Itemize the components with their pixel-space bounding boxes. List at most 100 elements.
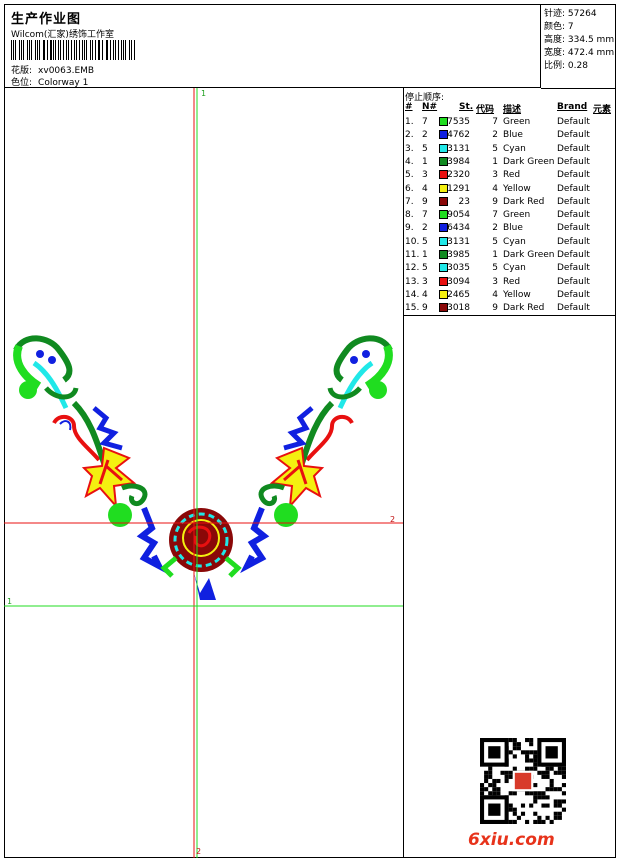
colorway-row: 色位: Colorway 1 bbox=[11, 75, 88, 88]
cell-code: 9 bbox=[492, 196, 498, 207]
table-row: 2. 2 4762 2 Blue Default bbox=[404, 129, 616, 142]
color-swatch bbox=[439, 156, 448, 166]
stat-scale: 比例: 0.28 bbox=[544, 61, 588, 71]
qr-code-image bbox=[480, 738, 566, 824]
cell-n: 1 bbox=[422, 250, 428, 260]
cell-n: 5 bbox=[422, 236, 428, 247]
design-left-arm bbox=[13, 335, 166, 574]
cell-desc: Blue bbox=[503, 223, 523, 234]
table-row: 4. 1 3984 1 Dark Green Default bbox=[404, 156, 616, 169]
color-swatch bbox=[439, 236, 448, 246]
table-row: 8. 7 9054 7 Green Default bbox=[404, 209, 616, 222]
embroidery-design-canvas: 1 2 1 2 bbox=[4, 88, 403, 858]
cell-desc: Green bbox=[503, 117, 531, 127]
color-swatch bbox=[439, 263, 448, 273]
cell-desc: Cyan bbox=[503, 263, 526, 274]
col-brand: Brand bbox=[557, 102, 588, 112]
table-row: 14. 4 2465 4 Yellow Default bbox=[404, 289, 616, 302]
cell-brand: Default bbox=[557, 183, 590, 194]
cell-n: 9 bbox=[422, 303, 428, 314]
cell-desc: Blue bbox=[503, 130, 523, 141]
company-name: Wilcom(汇家)绣饰工作室 bbox=[11, 30, 114, 40]
color-swatch bbox=[439, 143, 448, 153]
cell-code: 7 bbox=[492, 210, 498, 221]
table-row: 9. 2 6434 2 Blue Default bbox=[404, 222, 616, 235]
cell-brand: Default bbox=[557, 210, 590, 221]
cell-desc: Dark Red bbox=[503, 196, 545, 207]
cell-idx: 13. bbox=[405, 276, 420, 287]
cell-brand: Default bbox=[557, 289, 590, 300]
cell-code: 2 bbox=[492, 130, 498, 141]
table-row: 13. 3 3094 3 Red Default bbox=[404, 276, 616, 289]
cell-desc: Green bbox=[503, 210, 531, 221]
col-stitches: St. bbox=[459, 102, 474, 112]
guide-label-bottom: 2 bbox=[196, 847, 201, 856]
cell-n: 7 bbox=[422, 117, 428, 127]
cell-code: 5 bbox=[492, 263, 498, 274]
table-row: 15. 9 3018 9 Dark Red Default bbox=[404, 302, 616, 315]
cell-desc: Yellow bbox=[503, 289, 531, 300]
header-panel: 生产作业图 Wilcom(汇家)绣饰工作室 花版: xv0063.EMB 色位: C… bbox=[4, 4, 541, 88]
guide-label-top: 1 bbox=[201, 89, 206, 98]
cell-idx: 1. bbox=[405, 117, 414, 127]
cell-idx: 8. bbox=[405, 210, 414, 221]
colorway-value: Colorway 1 bbox=[38, 78, 89, 88]
table-header: # N# St. 代码 描述 Brand 元素 bbox=[404, 102, 616, 115]
cell-desc: Red bbox=[503, 276, 521, 287]
cell-idx: 3. bbox=[405, 143, 414, 154]
col-element: 元素 bbox=[593, 105, 612, 115]
cell-n: 2 bbox=[422, 130, 428, 141]
color-swatch bbox=[439, 196, 448, 206]
cell-code: 3 bbox=[492, 276, 498, 287]
color-swatch bbox=[439, 183, 448, 193]
cell-n: 7 bbox=[422, 210, 428, 221]
cell-code: 1 bbox=[492, 156, 498, 167]
cell-desc: Cyan bbox=[503, 143, 526, 154]
cell-desc: Cyan bbox=[503, 236, 526, 247]
cell-n: 9 bbox=[422, 196, 428, 207]
cell-idx: 9. bbox=[405, 223, 414, 234]
cell-brand: Default bbox=[557, 303, 590, 314]
color-swatch bbox=[439, 210, 448, 220]
cell-idx: 10. bbox=[405, 236, 420, 247]
cell-brand: Default bbox=[557, 130, 590, 141]
cell-idx: 5. bbox=[405, 170, 414, 181]
cell-n: 4 bbox=[422, 289, 428, 300]
cell-brand: Default bbox=[557, 263, 590, 274]
cell-n: 3 bbox=[422, 276, 428, 287]
col-desc: 描述 bbox=[503, 105, 522, 115]
cell-n: 5 bbox=[422, 263, 428, 274]
col-n: N# bbox=[422, 102, 438, 112]
cell-desc: Red bbox=[503, 170, 521, 181]
color-swatch bbox=[439, 130, 448, 140]
cell-brand: Default bbox=[557, 196, 590, 207]
design-center-rose bbox=[160, 508, 242, 600]
cell-desc: Dark Green bbox=[503, 250, 555, 260]
color-swatch bbox=[439, 170, 448, 180]
color-swatch bbox=[439, 289, 448, 299]
guide-label-right: 2 bbox=[390, 515, 395, 524]
col-index: # bbox=[405, 102, 413, 112]
cell-brand: Default bbox=[557, 170, 590, 181]
cell-brand: Default bbox=[557, 117, 590, 127]
cell-n: 3 bbox=[422, 170, 428, 181]
cell-n: 5 bbox=[422, 143, 428, 154]
cell-code: 5 bbox=[492, 236, 498, 247]
cell-code: 4 bbox=[492, 289, 498, 300]
cell-brand: Default bbox=[557, 156, 590, 167]
stats-panel: 针迹: 57264 颜色: 7 高度: 334.5 mm 宽度: 472.4 m… bbox=[541, 4, 616, 89]
cell-desc: Dark Green bbox=[503, 156, 555, 167]
color-swatch bbox=[439, 117, 448, 126]
stat-width: 宽度: 472.4 mm bbox=[544, 48, 615, 58]
cell-code: 9 bbox=[492, 303, 498, 314]
cell-idx: 4. bbox=[405, 156, 414, 167]
cell-brand: Default bbox=[557, 143, 590, 154]
guide-label-left: 1 bbox=[7, 597, 12, 606]
table-row: 7. 9 23 9 Dark Red Default bbox=[404, 196, 616, 209]
cell-code: 2 bbox=[492, 223, 498, 234]
cell-idx: 6. bbox=[405, 183, 414, 194]
color-swatch bbox=[439, 303, 448, 313]
cell-n: 1 bbox=[422, 156, 428, 167]
cell-idx: 7. bbox=[405, 196, 414, 207]
col-code: 代码 bbox=[476, 105, 495, 115]
